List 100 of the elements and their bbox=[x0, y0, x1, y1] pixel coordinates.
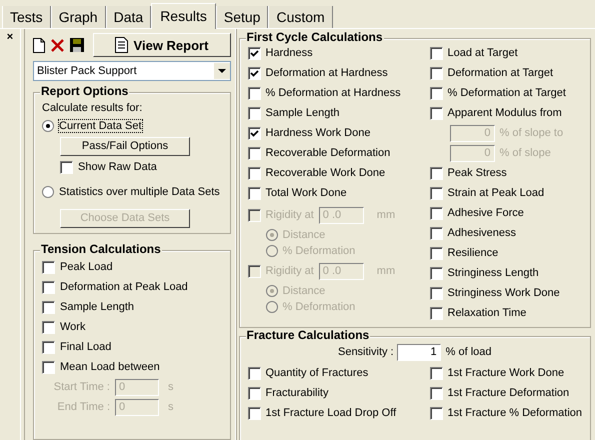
checkbox[interactable] bbox=[430, 386, 442, 400]
option-label: Recoverable Work Done bbox=[266, 167, 386, 179]
option-label: Peak Load bbox=[60, 261, 113, 273]
option-label: Load at Target bbox=[448, 47, 518, 59]
group-title: Tension Calculations bbox=[40, 242, 162, 256]
checkbox[interactable] bbox=[430, 266, 442, 280]
option-label: Mean Load between bbox=[60, 361, 160, 373]
checkbox[interactable] bbox=[430, 226, 442, 240]
option-label: Distance bbox=[282, 285, 326, 297]
option-label: 1st Fracture Load Drop Off bbox=[266, 407, 396, 419]
option-label: Sample Length bbox=[266, 107, 340, 119]
checkbox[interactable] bbox=[430, 366, 442, 380]
checkbox[interactable] bbox=[248, 366, 260, 380]
checkbox[interactable] bbox=[248, 406, 260, 420]
checkbox[interactable] bbox=[248, 386, 260, 400]
option-label: Distance bbox=[282, 229, 326, 241]
checkbox[interactable] bbox=[430, 86, 442, 100]
input-field[interactable]: 1 bbox=[396, 344, 441, 360]
checkbox[interactable] bbox=[248, 86, 260, 100]
unit-label: s bbox=[168, 401, 174, 413]
option-label: Show Raw Data bbox=[78, 161, 157, 173]
checkbox[interactable] bbox=[60, 160, 73, 174]
option-label: Resilience bbox=[448, 247, 498, 259]
checkbox[interactable] bbox=[42, 280, 55, 294]
checkbox[interactable] bbox=[430, 286, 442, 300]
checkbox[interactable] bbox=[42, 260, 55, 274]
checkbox[interactable] bbox=[42, 360, 55, 374]
unit-label: % of load bbox=[446, 346, 492, 358]
checkbox[interactable] bbox=[248, 46, 260, 60]
option-label: Adhesiveness bbox=[448, 227, 516, 239]
document-icon bbox=[114, 37, 128, 53]
checkbox[interactable] bbox=[430, 206, 442, 220]
checkbox[interactable] bbox=[42, 300, 55, 314]
dropdown-caret-icon[interactable] bbox=[214, 63, 230, 79]
tab[interactable]: Setup bbox=[216, 6, 268, 28]
option-label: Strain at Peak Load bbox=[448, 187, 544, 199]
new-document-icon[interactable] bbox=[33, 38, 45, 52]
group-title: First Cycle Calculations bbox=[246, 30, 384, 44]
checkbox[interactable] bbox=[430, 46, 442, 60]
checkbox[interactable] bbox=[248, 146, 260, 160]
unit-label: mm bbox=[376, 209, 396, 221]
view-report-button[interactable]: View Report bbox=[92, 33, 230, 57]
tab[interactable]: Results bbox=[151, 3, 216, 29]
field-label: Start Time : bbox=[52, 381, 110, 393]
option-label: Recoverable Deformation bbox=[266, 147, 390, 159]
checkbox[interactable] bbox=[248, 166, 260, 180]
tab[interactable]: Custom bbox=[268, 6, 333, 28]
radio-button[interactable] bbox=[42, 120, 54, 132]
checkbox[interactable] bbox=[248, 106, 260, 120]
group-title: Report Options bbox=[40, 84, 130, 98]
option-label: 1st Fracture % Deformation bbox=[448, 407, 582, 419]
checkbox[interactable] bbox=[248, 186, 260, 200]
save-icon[interactable] bbox=[70, 38, 84, 52]
checkbox[interactable] bbox=[248, 66, 260, 80]
option-label: Fracturability bbox=[266, 387, 328, 399]
option-label: % Deformation at Target bbox=[448, 87, 566, 99]
checkbox[interactable] bbox=[430, 66, 442, 80]
option-label: Statistics over multiple Data Sets bbox=[59, 186, 220, 198]
option-label: Apparent Modulus from bbox=[448, 107, 562, 119]
option-label: Relaxation Time bbox=[448, 307, 526, 319]
option-label: 1st Fracture Deformation bbox=[448, 387, 570, 399]
unit-label: % of slope bbox=[500, 147, 551, 159]
option-label: Deformation at Peak Load bbox=[60, 281, 188, 293]
option-label: % Deformation bbox=[282, 301, 356, 313]
option-label: 1st Fracture Work Done bbox=[448, 367, 564, 379]
option-label: Sample Length bbox=[60, 301, 134, 313]
checkbox[interactable] bbox=[248, 126, 260, 140]
unit-label: % of slope to bbox=[500, 127, 564, 139]
checkbox[interactable] bbox=[430, 186, 442, 200]
radio-button[interactable] bbox=[42, 186, 54, 198]
checkbox[interactable] bbox=[430, 306, 442, 320]
checkbox[interactable] bbox=[42, 320, 55, 334]
tab[interactable]: Data bbox=[106, 6, 152, 28]
option-label: Final Load bbox=[60, 341, 112, 353]
tab[interactable]: Graph bbox=[50, 6, 106, 28]
checkbox[interactable] bbox=[430, 246, 442, 260]
option-label: Current Data Set bbox=[59, 120, 142, 132]
option-label: Rigidity at bbox=[266, 209, 314, 221]
close-icon[interactable]: × bbox=[6, 31, 14, 43]
option-label: Hardness bbox=[266, 47, 313, 59]
option-label: Total Work Done bbox=[266, 187, 347, 199]
option-label: Deformation at Hardness bbox=[266, 67, 388, 79]
option-label: Adhesive Force bbox=[448, 207, 524, 219]
checkbox[interactable] bbox=[430, 106, 442, 120]
profile-dropdown[interactable]: Blister Pack Support bbox=[33, 61, 230, 81]
option-label: Rigidity at bbox=[266, 265, 314, 277]
option-label: Quantity of Fractures bbox=[266, 367, 368, 379]
tab[interactable]: Tests bbox=[2, 6, 51, 28]
option-label: Peak Stress bbox=[448, 167, 507, 179]
checkbox[interactable] bbox=[430, 166, 442, 180]
delete-icon[interactable] bbox=[51, 38, 64, 52]
action-button[interactable]: Pass/Fail Options bbox=[60, 136, 190, 156]
checkbox[interactable] bbox=[42, 340, 55, 354]
option-label: Deformation at Target bbox=[448, 67, 554, 79]
option-label: Work bbox=[60, 321, 86, 333]
checkbox[interactable] bbox=[430, 406, 442, 420]
prompt-text: Calculate results for: bbox=[42, 102, 142, 114]
field-label: Sensitivity : bbox=[338, 346, 394, 358]
group-title: Fracture Calculations bbox=[246, 328, 370, 342]
unit-label: s bbox=[168, 381, 174, 393]
